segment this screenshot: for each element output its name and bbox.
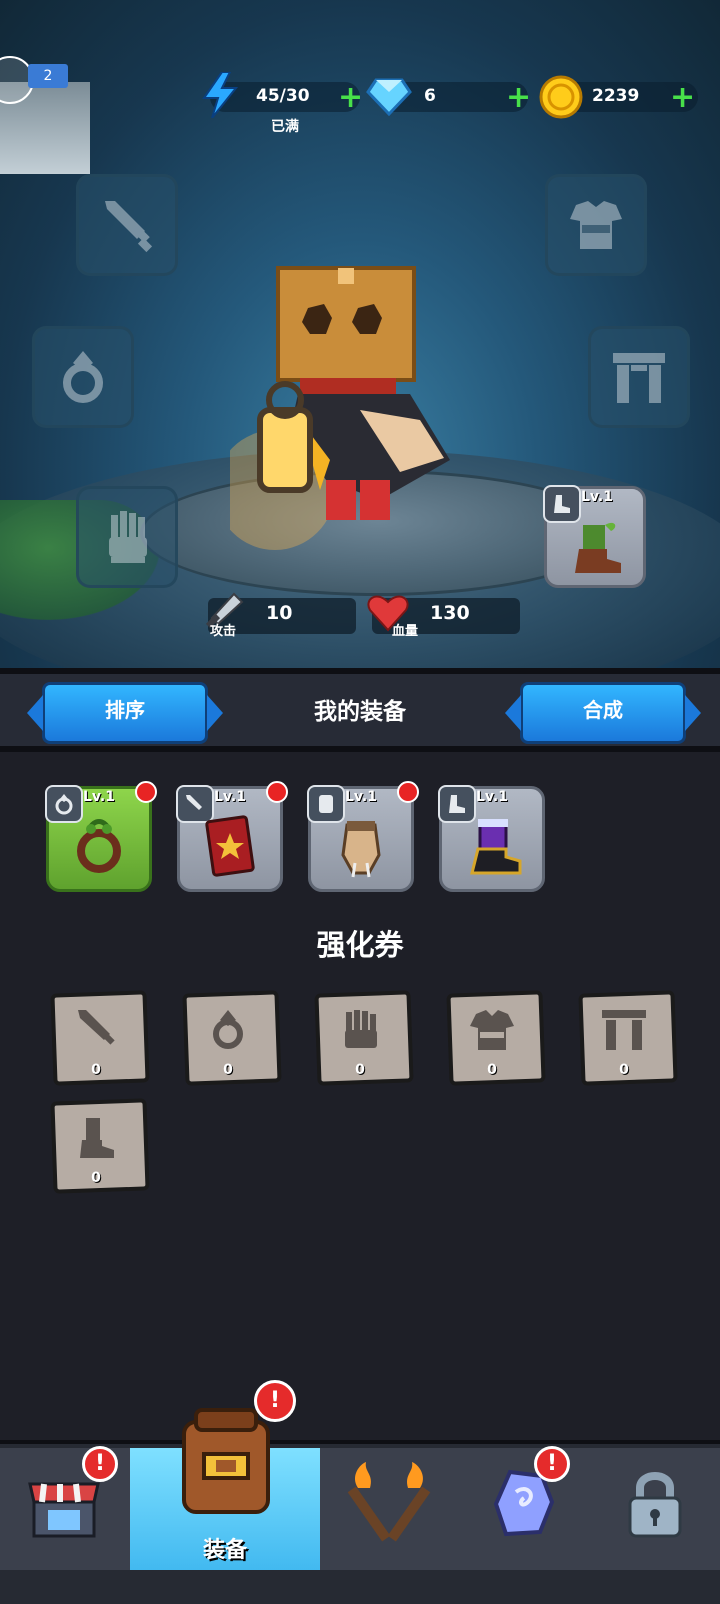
equipped-boot-slot[interactable]: Lv.1 <box>543 485 646 588</box>
backpack-icon <box>182 1408 270 1514</box>
add-energy-button[interactable]: + <box>338 83 363 113</box>
tab-rune[interactable]: ! <box>458 1446 593 1570</box>
new-indicator <box>397 781 419 803</box>
gem-icon <box>366 78 412 116</box>
inventory-item-glove[interactable]: Lv.1 <box>307 781 419 892</box>
item-level: Lv.1 <box>214 789 246 805</box>
item-level: Lv.1 <box>476 789 508 805</box>
craft-button-label: 合成 <box>583 698 623 722</box>
item-level: Lv.1 <box>83 789 115 805</box>
add-gems-button[interactable]: + <box>506 83 531 113</box>
hp-label: 血量 <box>392 624 419 639</box>
voucher-count: 0 <box>355 1062 365 1078</box>
slot-ring[interactable] <box>32 326 134 428</box>
gate-icon <box>613 353 665 403</box>
attack-label: 攻击 <box>210 624 237 639</box>
bottom-nav: ! 装备 ! ! <box>0 1380 720 1604</box>
voucher-ring[interactable]: 0 <box>182 990 282 1086</box>
leather-boot-icon <box>575 522 621 573</box>
player-level-badge: 2 <box>28 64 68 88</box>
coin-value: 2239 <box>592 86 640 106</box>
attack-value: 10 <box>266 602 293 624</box>
voucher-gate[interactable]: 0 <box>578 990 678 1086</box>
inventory-item-weapon[interactable]: Lv.1 <box>176 781 288 892</box>
rune-alert-badge: ! <box>534 1446 570 1482</box>
craft-button[interactable]: 合成 <box>505 682 701 744</box>
tab-equipment[interactable]: 装备 ! <box>130 1380 323 1570</box>
energy-status: 已满 <box>271 119 299 135</box>
glove-type-icon <box>319 795 333 813</box>
hp-value: 130 <box>430 602 470 624</box>
voucher-count: 0 <box>619 1062 629 1078</box>
voucher-section-title: 强化券 <box>316 928 404 962</box>
new-indicator <box>266 781 288 803</box>
claw-glove-icon <box>341 821 381 878</box>
hero-scene: 2 45/30 已满 + 6 + 2239 + Lv.1 10 攻击 130 血… <box>0 0 720 670</box>
energy-icon <box>202 72 238 118</box>
slot-glove[interactable] <box>76 486 178 588</box>
tab-equipment-label: 装备 <box>202 1538 247 1563</box>
shop-alert-badge: ! <box>82 1446 118 1482</box>
hp-stat: 130 血量 <box>367 595 520 639</box>
inventory-item-boot[interactable]: Lv.1 <box>438 785 545 892</box>
armor-icon <box>570 201 622 249</box>
voucher-count: 0 <box>91 1062 101 1078</box>
voucher-boot[interactable]: 0 <box>50 1098 150 1194</box>
hero-character[interactable] <box>230 260 470 550</box>
crossed-torches-icon <box>347 1462 431 1542</box>
gem-value: 6 <box>424 86 436 106</box>
slot-gate[interactable] <box>588 326 690 428</box>
gate-icon <box>602 1010 646 1050</box>
glove-icon <box>109 511 147 563</box>
inventory-item-ring[interactable]: Lv.1 <box>45 781 157 892</box>
ring-type-icon <box>55 794 73 815</box>
new-indicator <box>135 781 157 803</box>
thorn-ring-icon <box>77 819 121 873</box>
voucher-count: 0 <box>223 1062 233 1078</box>
item-level: Lv.1 <box>345 789 377 805</box>
voucher-glove[interactable]: 0 <box>314 990 414 1086</box>
sword-icon <box>78 1010 115 1045</box>
purple-boot-icon <box>470 819 522 875</box>
boot-icon <box>554 495 570 513</box>
equipped-boot-level: Lv.1 <box>581 489 613 505</box>
boot-icon <box>80 1118 114 1158</box>
voucher-armor[interactable]: 0 <box>446 990 546 1086</box>
slot-armor[interactable] <box>545 174 647 276</box>
tab-battle[interactable] <box>320 1448 461 1570</box>
slot-weapon[interactable] <box>76 174 178 276</box>
voucher-weapon[interactable]: 0 <box>50 990 150 1086</box>
sword-icon <box>105 201 153 253</box>
player-avatar[interactable]: 2 <box>0 56 90 174</box>
equipment-alert-badge: ! <box>254 1380 296 1422</box>
tab-shop[interactable]: ! <box>0 1446 133 1570</box>
ring-icon <box>213 1010 243 1049</box>
ring-icon <box>63 351 103 403</box>
equipment-toolbar: 排序 我的装备 合成 <box>0 674 720 752</box>
voucher-count: 0 <box>91 1170 101 1186</box>
coin-icon <box>539 75 583 119</box>
padlock-icon <box>628 1472 682 1538</box>
sword-type-icon <box>186 795 202 810</box>
add-coins-button[interactable]: + <box>670 83 695 113</box>
tab-locked[interactable] <box>590 1448 720 1570</box>
boot-type-icon <box>449 795 465 813</box>
attack-stat: 10 攻击 <box>205 592 356 639</box>
energy-value: 45/30 <box>256 86 310 106</box>
armor-icon <box>470 1010 514 1050</box>
boot-type-badge <box>543 485 581 523</box>
spell-book-icon <box>205 815 255 877</box>
voucher-count: 0 <box>487 1062 497 1078</box>
glove-icon <box>345 1010 377 1048</box>
